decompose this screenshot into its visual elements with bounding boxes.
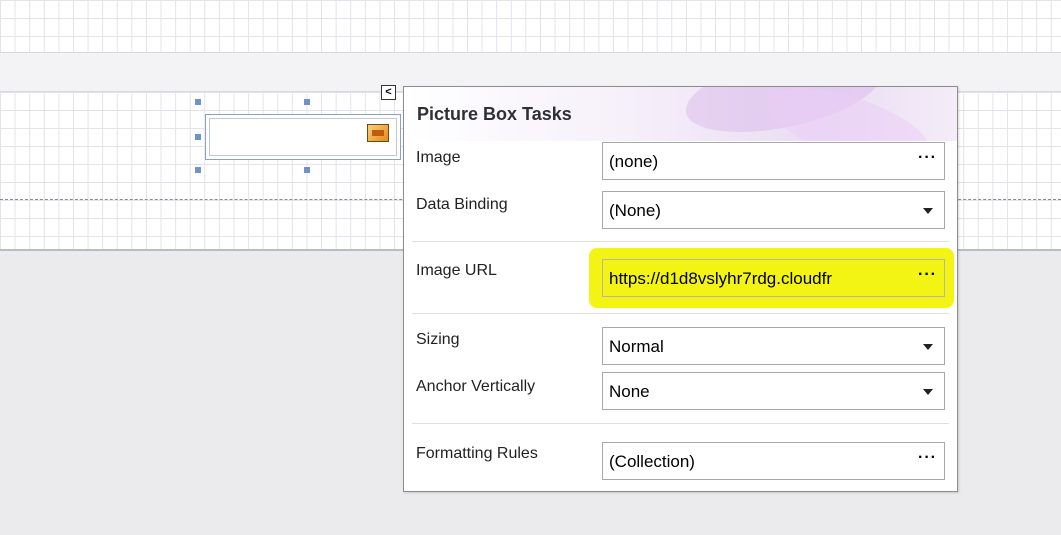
formatting-rules-label: Formatting Rules <box>416 445 538 462</box>
ellipsis-icon[interactable]: ··· <box>918 149 937 167</box>
resize-handle[interactable] <box>195 134 201 140</box>
anchor-vertically-dropdown[interactable]: None <box>602 372 945 410</box>
sizing-value: Normal <box>609 337 664 356</box>
image-value: (none) <box>609 152 659 171</box>
header-decoration <box>758 87 940 141</box>
anchor-vertically-value: None <box>609 382 650 401</box>
ellipsis-icon[interactable]: ··· <box>918 449 937 467</box>
ellipsis-icon[interactable]: ··· <box>918 266 937 284</box>
sizing-label: Sizing <box>416 331 460 348</box>
formatting-rules-field[interactable]: (Collection) ··· <box>602 442 945 480</box>
panel-title: Picture Box Tasks <box>417 104 572 124</box>
image-url-label: Image URL <box>416 262 497 279</box>
section-divider <box>412 423 949 424</box>
chevron-down-icon[interactable] <box>923 389 933 395</box>
image-url-value: https://d1d8vslyhr7rdg.cloudfr <box>609 269 833 288</box>
data-binding-value: (None) <box>609 201 661 220</box>
panel-header: Picture Box Tasks <box>404 87 957 141</box>
picture-icon <box>367 124 389 142</box>
resize-handle[interactable] <box>304 99 310 105</box>
data-binding-label: Data Binding <box>416 196 508 213</box>
image-field[interactable]: (none) ··· <box>602 142 945 180</box>
smart-tag-collapse-button[interactable]: < <box>381 85 396 100</box>
resize-handle[interactable] <box>304 167 310 173</box>
resize-handle[interactable] <box>195 99 201 105</box>
designer-grid-top <box>0 0 1061 52</box>
anchor-vertically-label: Anchor Vertically <box>416 378 536 395</box>
data-binding-dropdown[interactable]: (None) <box>602 191 945 229</box>
image-label: Image <box>416 149 461 166</box>
sizing-dropdown[interactable]: Normal <box>602 327 945 365</box>
formatting-rules-value: (Collection) <box>609 452 695 471</box>
resize-handle[interactable] <box>195 167 201 173</box>
chevron-down-icon[interactable] <box>923 344 933 350</box>
picture-box-tasks-panel: Picture Box Tasks Image (none) ··· Data … <box>403 86 958 492</box>
section-divider <box>412 241 949 242</box>
chevron-down-icon[interactable] <box>923 208 933 214</box>
image-url-field[interactable]: https://d1d8vslyhr7rdg.cloudfr ··· <box>602 259 945 297</box>
section-divider <box>412 313 949 314</box>
